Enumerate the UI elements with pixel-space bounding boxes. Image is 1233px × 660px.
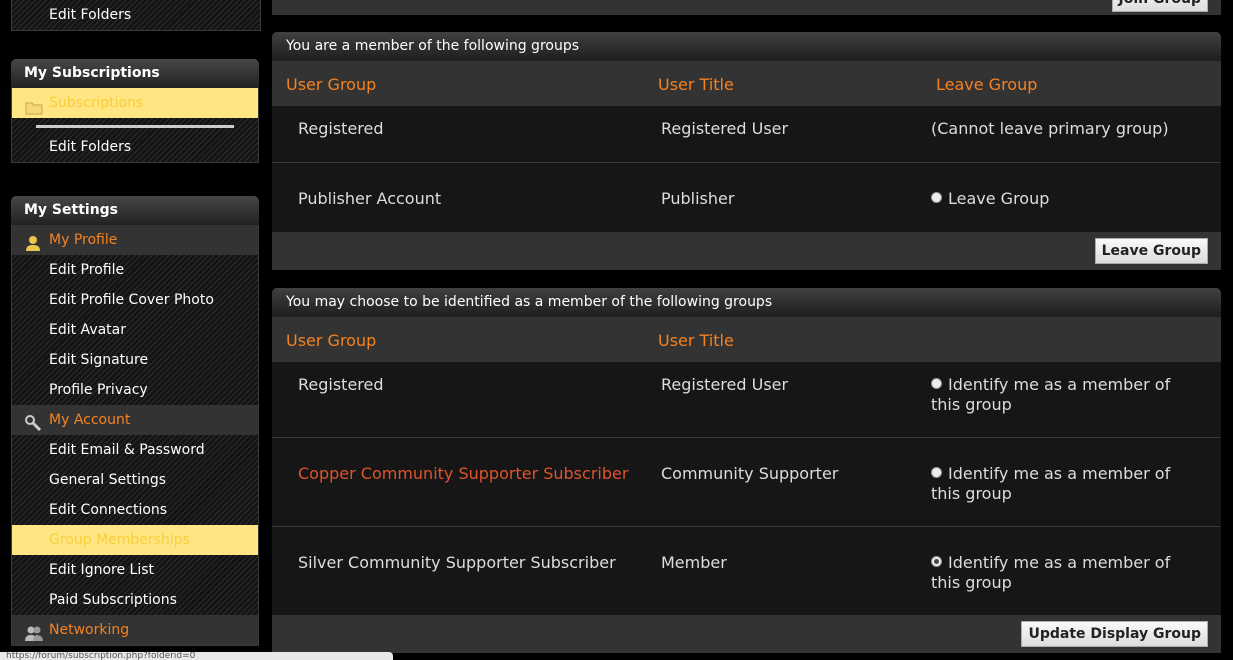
table-row: Registered Registered User Identify me a… [272,362,1221,438]
identify-option[interactable]: Identify me as a member of this group [931,464,1191,504]
sidebar-category-label: My Account [49,412,131,428]
sidebar-item-edit-connections[interactable]: Edit Connections [12,495,258,525]
sidebar-item-edit-avatar[interactable]: Edit Avatar [12,315,258,345]
sidebar-item-paid-subscriptions[interactable]: Paid Subscriptions [12,585,258,615]
settings-block: My Settings My Profile Edit Profile Edit… [11,196,259,646]
table-row: Copper Community Supporter Subscriber Co… [272,438,1221,527]
sidebar-item-edit-email-password[interactable]: Edit Email & Password [12,435,258,465]
leave-group-option[interactable]: Leave Group [931,189,1049,208]
group-name-link[interactable]: Copper Community Supporter Subscriber [298,464,628,483]
people-icon [25,622,43,641]
leave-group-radio[interactable] [931,192,942,203]
sidebar-item-edit-signature[interactable]: Edit Signature [12,345,258,375]
user-title: Registered User [661,375,789,394]
identify-label: Identify me as a member of this group [931,464,1171,503]
group-name: Silver Community Supporter Subscriber [298,553,616,572]
sidebar-item-profile-privacy[interactable]: Profile Privacy [12,375,258,405]
user-title: Registered User [661,119,789,138]
leave-status: (Cannot leave primary group) [931,119,1169,138]
table-row: Silver Community Supporter Subscriber Me… [272,527,1221,615]
user-title: Publisher [661,189,735,208]
folders-block: Edit Folders [11,0,261,31]
group-name: Registered [298,119,384,138]
group-name: Registered [298,375,384,394]
column-header: Leave Group [936,75,1038,94]
table-row: Publisher Account Publisher Leave Group [272,163,1221,232]
join-group-footer: Join Group [272,0,1221,15]
subscriptions-block: My Subscriptions Subscriptions Edit Fold… [11,59,259,163]
table-header: User Group User Title Leave Group [272,61,1221,106]
leave-group-button[interactable]: Leave Group [1094,238,1208,264]
user-title: Community Supporter [661,464,839,483]
sidebar-item-label: Subscriptions [49,95,144,111]
identify-label: Identify me as a member of this group [931,553,1171,592]
display-groups-panel: You may choose to be identified as a mem… [272,288,1221,653]
identify-radio[interactable] [931,467,942,478]
column-header: User Group [286,75,377,94]
sidebar-category-label: Networking [49,622,130,638]
panel-footer: Leave Group [272,232,1221,270]
sidebar-item-edit-profile[interactable]: Edit Profile [12,255,258,285]
sidebar-item-general-settings[interactable]: General Settings [12,465,258,495]
wrench-icon [25,412,42,432]
panel-title: You may choose to be identified as a mem… [272,288,1221,317]
sidebar-item-subscriptions[interactable]: Subscriptions [12,88,258,118]
column-header: User Group [286,331,377,350]
identify-radio-selected[interactable] [931,556,942,567]
identify-radio[interactable] [931,378,942,389]
identify-option[interactable]: Identify me as a member of this group [931,553,1191,593]
table-header: User Group User Title [272,317,1221,362]
leave-group-label: Leave Group [948,189,1050,208]
sidebar-item-edit-folders[interactable]: Edit Folders [12,132,258,162]
sidebar-category-networking[interactable]: Networking [12,615,258,645]
table-row: Registered Registered User (Cannot leave… [272,106,1221,163]
sidebar-item-edit-cover-photo[interactable]: Edit Profile Cover Photo [12,285,258,315]
join-group-button[interactable]: Join Group [1111,0,1208,12]
identify-label: Identify me as a member of this group [931,375,1171,414]
update-display-group-button[interactable]: Update Display Group [1021,621,1208,647]
sidebar-category-my-account[interactable]: My Account [12,405,258,435]
settings-title: My Settings [11,196,259,225]
sidebar-category-label: My Profile [49,232,118,248]
member-groups-panel: You are a member of the following groups… [272,32,1221,270]
user-icon [25,232,41,251]
group-name: Publisher Account [298,189,442,208]
sidebar-item-group-memberships[interactable]: Group Memberships [12,525,258,555]
browser-status-bar: https://forum/subscription.php?folderid=… [0,652,393,660]
column-header: User Title [658,75,734,94]
divider [12,118,258,132]
panel-title: You are a member of the following groups [272,32,1221,61]
identify-option[interactable]: Identify me as a member of this group [931,375,1191,415]
user-title: Member [661,553,727,572]
panel-footer: Update Display Group [272,615,1221,653]
sidebar-category-my-profile[interactable]: My Profile [12,225,258,255]
subscriptions-title: My Subscriptions [11,59,259,88]
sidebar-item-edit-folders-top[interactable]: Edit Folders [12,0,260,30]
column-header: User Title [658,331,734,350]
sidebar-item-edit-ignore-list[interactable]: Edit Ignore List [12,555,258,585]
